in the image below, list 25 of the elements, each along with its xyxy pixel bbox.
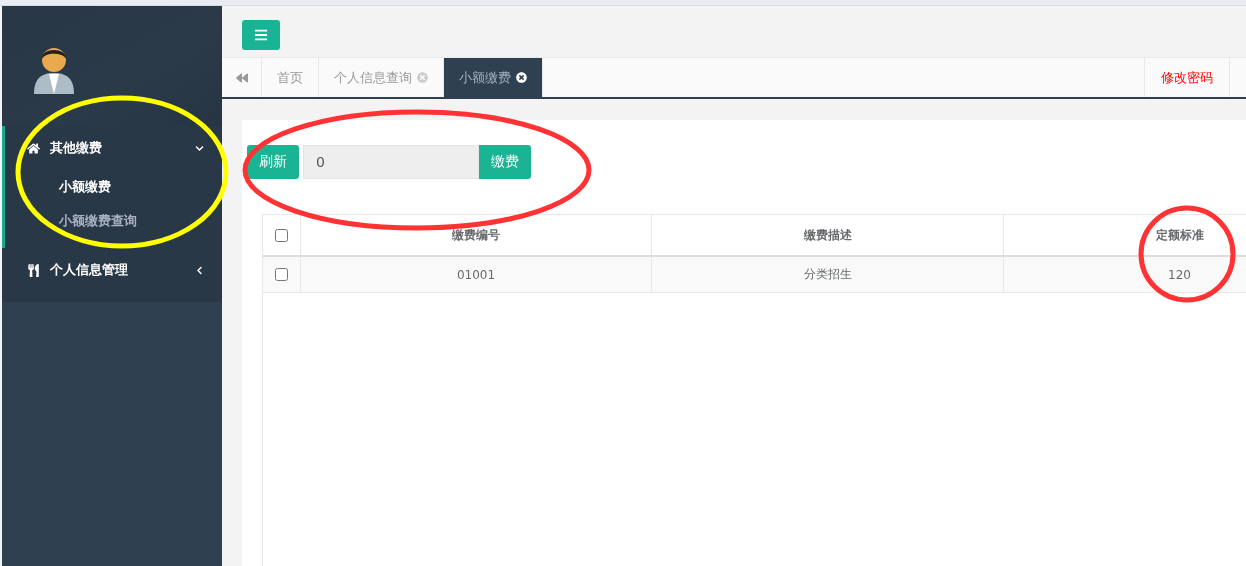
pay-button[interactable]: 缴费 [479,145,531,179]
column-header: 缴费编号 [301,215,652,255]
tab[interactable]: 首页 [262,58,319,97]
checkbox[interactable] [275,268,288,281]
cutlery-icon [27,263,40,277]
sidebar-subitem[interactable]: 小额缴费 [5,170,222,204]
amount-field[interactable]: 0 [303,145,479,179]
table-cell: 01001 [301,257,652,292]
column-header: 缴费描述 [652,215,1004,255]
double-arrow-left-icon [235,71,248,84]
sidebar-subitem[interactable]: 小额缴费查询 [5,204,222,238]
checkbox[interactable] [275,228,288,242]
column-header: 定额标准 [1004,215,1246,255]
table-cell: 分类招生 [652,257,1004,292]
change-password-link[interactable]: 修改密码 [1144,58,1230,97]
home-icon [27,141,40,155]
menu-button[interactable] [242,20,280,50]
refresh-button[interactable]: 刷新 [247,145,299,179]
tab[interactable]: 小额缴费 [444,58,543,97]
chevron-down-icon [195,143,204,153]
close-icon[interactable] [516,72,527,83]
sidebar-item[interactable]: 其他缴费 [5,126,222,170]
table-cell: 120 [1004,257,1246,292]
menu-icon [254,28,268,42]
chevron-left-icon [195,265,204,275]
